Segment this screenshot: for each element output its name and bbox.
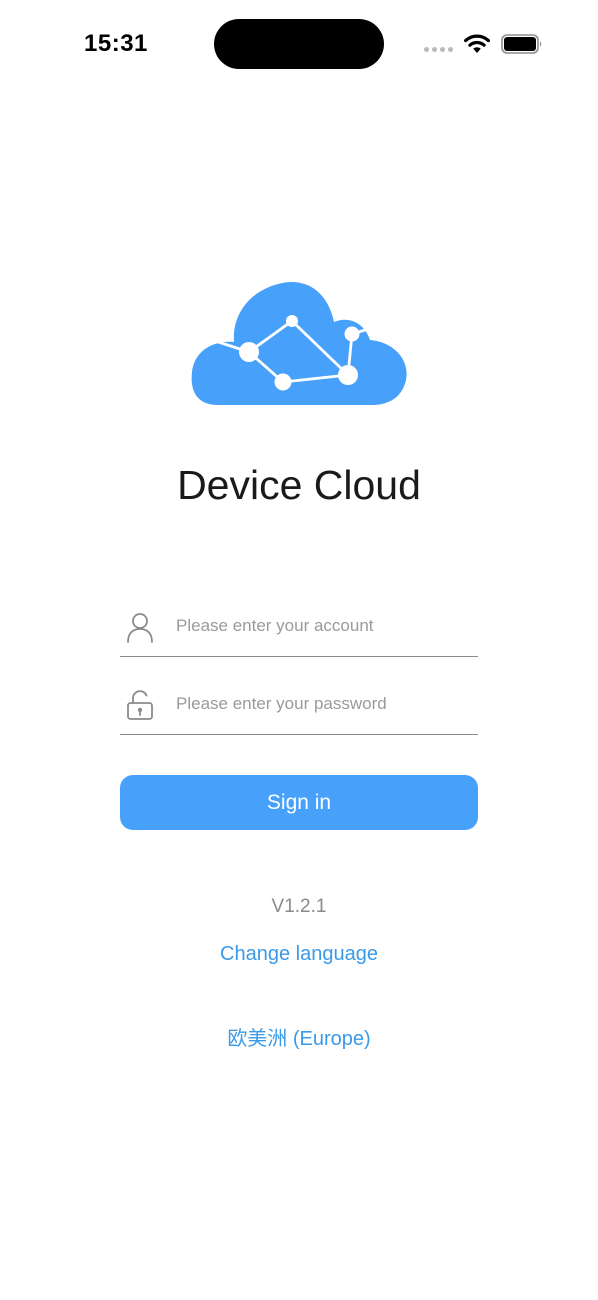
account-input[interactable] <box>176 609 472 643</box>
app-title: Device Cloud <box>177 462 421 508</box>
change-language-link[interactable]: Change language <box>0 943 598 966</box>
version-label: V1.2.1 <box>271 896 327 917</box>
cellular-signal-icon <box>424 47 453 52</box>
battery-icon <box>501 34 542 54</box>
dynamic-island <box>214 19 384 69</box>
password-field[interactable] <box>120 669 478 735</box>
lock-icon <box>127 690 153 720</box>
user-icon <box>127 613 153 643</box>
wifi-icon <box>464 34 490 53</box>
sign-in-button[interactable]: Sign in <box>120 775 478 830</box>
password-input[interactable] <box>176 687 472 721</box>
cloud-network-icon <box>191 281 407 405</box>
status-time: 15:31 <box>84 30 148 57</box>
region-selector-link[interactable]: 欧美洲 (Europe) <box>0 1022 598 1051</box>
account-field[interactable] <box>120 591 478 657</box>
